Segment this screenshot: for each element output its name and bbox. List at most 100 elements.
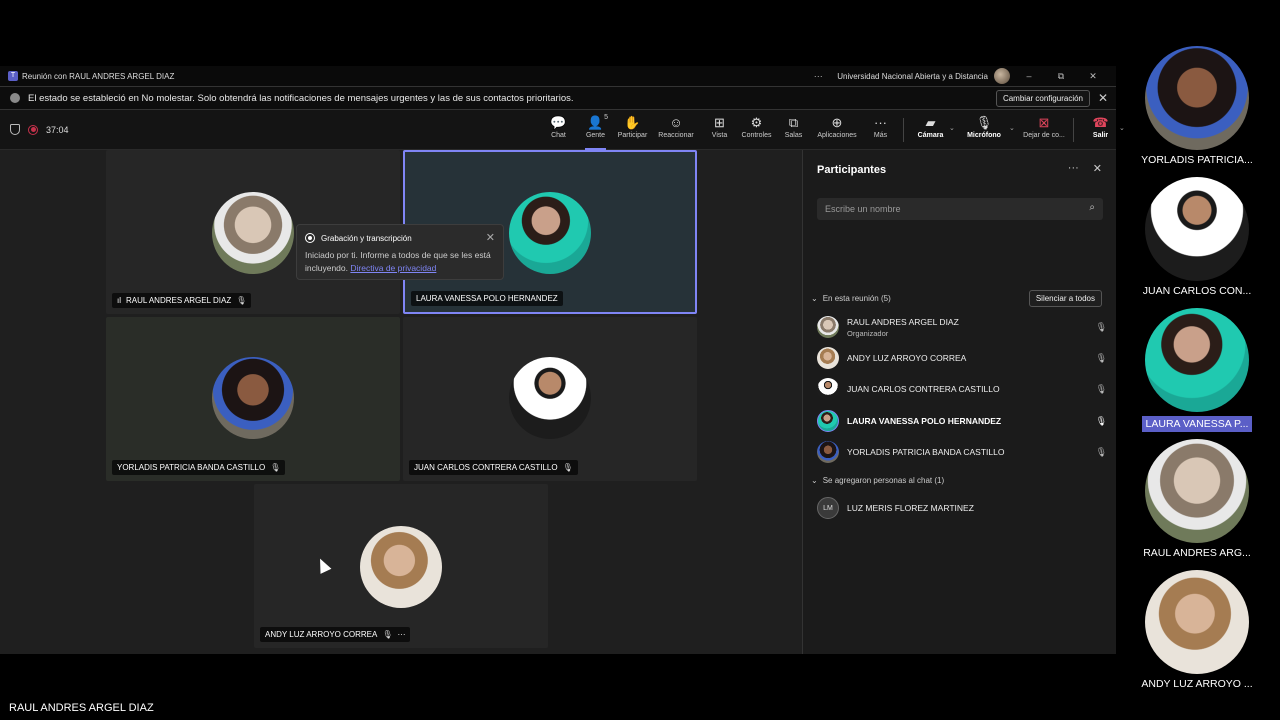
recording-icon bbox=[305, 233, 315, 243]
minimize-button[interactable]: – bbox=[1016, 71, 1042, 81]
participant-name: RAUL ANDRES ARGEL DIAZ bbox=[126, 296, 232, 305]
leave-button[interactable]: ☎ Salir bbox=[1082, 110, 1119, 150]
toast-close-icon[interactable]: ✕ bbox=[486, 231, 495, 244]
search-placeholder: Escribe un nombre bbox=[825, 204, 901, 214]
raise-hand-button[interactable]: ✋ Participar bbox=[614, 110, 651, 150]
participant-name: LAURA VANESSA POLO HERNANDEZ bbox=[847, 416, 1002, 426]
tile-name-label: JUAN CARLOS CONTRERA CASTILLO 🎙 bbox=[409, 460, 578, 475]
controls-button[interactable]: ⚙ Controles bbox=[738, 110, 775, 150]
mic-on-icon[interactable]: 🎙 bbox=[1096, 416, 1107, 427]
participant-name: YORLADIS PATRICIA BANDA CASTILLO bbox=[117, 463, 266, 472]
tile-more-icon[interactable]: ··· bbox=[397, 630, 405, 639]
participant-row[interactable]: JUAN CARLOS CONTRERA CASTILLO 🎙 bbox=[817, 376, 1107, 402]
avatar bbox=[817, 410, 839, 432]
stop-sharing-button[interactable]: ⊠ Dejar de co... bbox=[1019, 110, 1069, 150]
panel-title: Participantes bbox=[817, 164, 887, 176]
apps-label: Aplicaciones bbox=[817, 132, 857, 139]
change-settings-button[interactable]: Cambiar configuración bbox=[995, 89, 1090, 107]
in-meeting-label: En esta reunión (5) bbox=[822, 294, 891, 303]
controls-label: Controles bbox=[741, 132, 772, 139]
more-label: Más bbox=[873, 132, 888, 139]
react-button[interactable]: ☺ Reaccionar bbox=[651, 110, 701, 150]
ellipsis-icon[interactable]: ··· bbox=[805, 71, 831, 81]
participant-name: JUAN CARLOS CONTRERA CASTILLO bbox=[847, 384, 1000, 394]
account-avatar[interactable] bbox=[994, 68, 1010, 84]
participants-panel: Participantes ··· ✕ Escribe un nombre ⌕ … bbox=[802, 150, 1116, 654]
people-icon: 👤 bbox=[587, 115, 604, 130]
participant-row[interactable]: RAUL ANDRES ARGEL DIAZ Organizador 🎙 bbox=[817, 314, 1107, 340]
mic-chevron-icon[interactable]: ⌄ bbox=[1009, 110, 1019, 132]
people-label: Gente bbox=[585, 132, 606, 139]
chat-label: Chat bbox=[551, 132, 566, 139]
participant-row[interactable]: LAURA VANESSA POLO HERNANDEZ 🎙 bbox=[817, 408, 1107, 434]
gallery-name: LAURA VANESSA P... bbox=[1141, 416, 1253, 432]
panel-more-icon[interactable]: ··· bbox=[1068, 162, 1079, 175]
org-name: Universidad Nacional Abierta y a Distanc… bbox=[837, 71, 988, 81]
gallery-tile[interactable]: YORLADIS PATRICIA... bbox=[1132, 46, 1262, 166]
stop-sharing-label: Dejar de co... bbox=[1023, 132, 1065, 139]
gallery-tile[interactable]: JUAN CARLOS CON... bbox=[1132, 177, 1262, 297]
meeting-toolbar: 37:04 💬 Chat 👤 5 Gente ✋ Participar ☺ Re… bbox=[0, 110, 1125, 150]
notice-close-icon[interactable]: ✕ bbox=[1090, 91, 1116, 105]
chat-added-section[interactable]: ⌄ Se agregaron personas al chat (1) bbox=[811, 476, 944, 485]
people-button[interactable]: 👤 5 Gente bbox=[577, 110, 614, 150]
avatar: LM bbox=[817, 497, 839, 519]
stop-share-icon: ⊠ bbox=[1038, 115, 1050, 130]
presenter-name-label: RAUL ANDRES ARGEL DIAZ bbox=[9, 702, 154, 714]
search-icon: ⌕ bbox=[1089, 202, 1095, 213]
avatar bbox=[1145, 308, 1249, 412]
avatar bbox=[1145, 46, 1249, 150]
chevron-down-icon: ⌄ bbox=[811, 476, 818, 485]
react-label: Reaccionar bbox=[658, 132, 694, 139]
mic-off-icon: 🎙 bbox=[382, 630, 393, 639]
status-notice-bar: El estado se estableció en No molestar. … bbox=[0, 86, 1116, 110]
participant-row[interactable]: YORLADIS PATRICIA BANDA CASTILLO 🎙 bbox=[817, 439, 1107, 465]
video-tile[interactable]: YORLADIS PATRICIA BANDA CASTILLO 🎙 bbox=[106, 317, 400, 481]
privacy-policy-link[interactable]: Directiva de privacidad bbox=[350, 263, 436, 273]
apps-button[interactable]: ⊕ Aplicaciones bbox=[812, 110, 862, 150]
video-tile[interactable]: ANDY LUZ ARROYO CORREA 🎙 ··· bbox=[254, 484, 548, 648]
participant-search-input[interactable]: Escribe un nombre ⌕ bbox=[817, 198, 1103, 220]
mic-off-icon[interactable]: 🎙 bbox=[1096, 384, 1107, 395]
rooms-icon: ⧉ bbox=[788, 115, 799, 130]
recording-icon[interactable] bbox=[28, 124, 38, 135]
avatar bbox=[817, 347, 839, 369]
shield-icon[interactable] bbox=[10, 124, 20, 135]
gallery-tile[interactable]: LAURA VANESSA P... bbox=[1132, 308, 1262, 437]
panel-close-icon[interactable]: ✕ bbox=[1093, 162, 1102, 175]
mic-off-icon: 🎙 bbox=[562, 463, 573, 472]
tile-name-label: ıl RAUL ANDRES ARGEL DIAZ 🎙 bbox=[112, 293, 252, 308]
camera-chevron-icon[interactable]: ⌄ bbox=[949, 110, 959, 132]
participant-row[interactable]: ANDY LUZ ARROYO CORREA 🎙 bbox=[817, 345, 1107, 371]
chat-icon: 💬 bbox=[550, 115, 567, 130]
video-tile[interactable]: JUAN CARLOS CONTRERA CASTILLO 🎙 bbox=[403, 317, 697, 481]
camera-button[interactable]: ▰ Cámara bbox=[912, 110, 949, 150]
tile-name-label: YORLADIS PATRICIA BANDA CASTILLO 🎙 bbox=[112, 460, 286, 475]
more-button[interactable]: ··· Más bbox=[862, 110, 899, 150]
microphone-button[interactable]: 🎙 Micrófono bbox=[959, 110, 1009, 150]
avatar bbox=[212, 357, 294, 439]
gallery-tile[interactable]: RAUL ANDRES ARG... bbox=[1132, 439, 1262, 559]
close-button[interactable]: ✕ bbox=[1080, 71, 1106, 82]
mute-all-button[interactable]: Silenciar a todos bbox=[1028, 290, 1102, 307]
camera-off-icon: ▰ bbox=[925, 115, 936, 130]
mic-off-icon[interactable]: 🎙 bbox=[1096, 353, 1107, 364]
participant-name: LUZ MERIS FLOREZ MARTINEZ bbox=[847, 503, 974, 513]
in-meeting-section[interactable]: ⌄ En esta reunión (5) bbox=[811, 294, 891, 303]
do-not-disturb-icon bbox=[10, 93, 20, 103]
restore-button[interactable]: ⧉ bbox=[1048, 71, 1074, 82]
mic-off-icon[interactable]: 🎙 bbox=[1096, 322, 1107, 333]
avatar bbox=[1145, 439, 1249, 543]
gallery-tile[interactable]: ANDY LUZ ARROYO ... bbox=[1132, 570, 1262, 690]
view-button[interactable]: ⊞ Vista bbox=[701, 110, 738, 150]
participant-row[interactable]: LM LUZ MERIS FLOREZ MARTINEZ bbox=[817, 495, 1107, 521]
mic-off-icon[interactable]: 🎙 bbox=[1096, 447, 1107, 458]
chevron-down-icon: ⌄ bbox=[811, 294, 818, 303]
smile-icon: ☺ bbox=[669, 115, 683, 130]
avatar bbox=[817, 441, 839, 463]
mic-label: Micrófono bbox=[967, 132, 1001, 139]
rooms-button[interactable]: ⧉ Salas bbox=[775, 110, 812, 150]
chat-button[interactable]: 💬 Chat bbox=[540, 110, 577, 150]
leave-chevron-icon[interactable]: ⌄ bbox=[1119, 110, 1129, 132]
hand-icon: ✋ bbox=[624, 115, 641, 130]
